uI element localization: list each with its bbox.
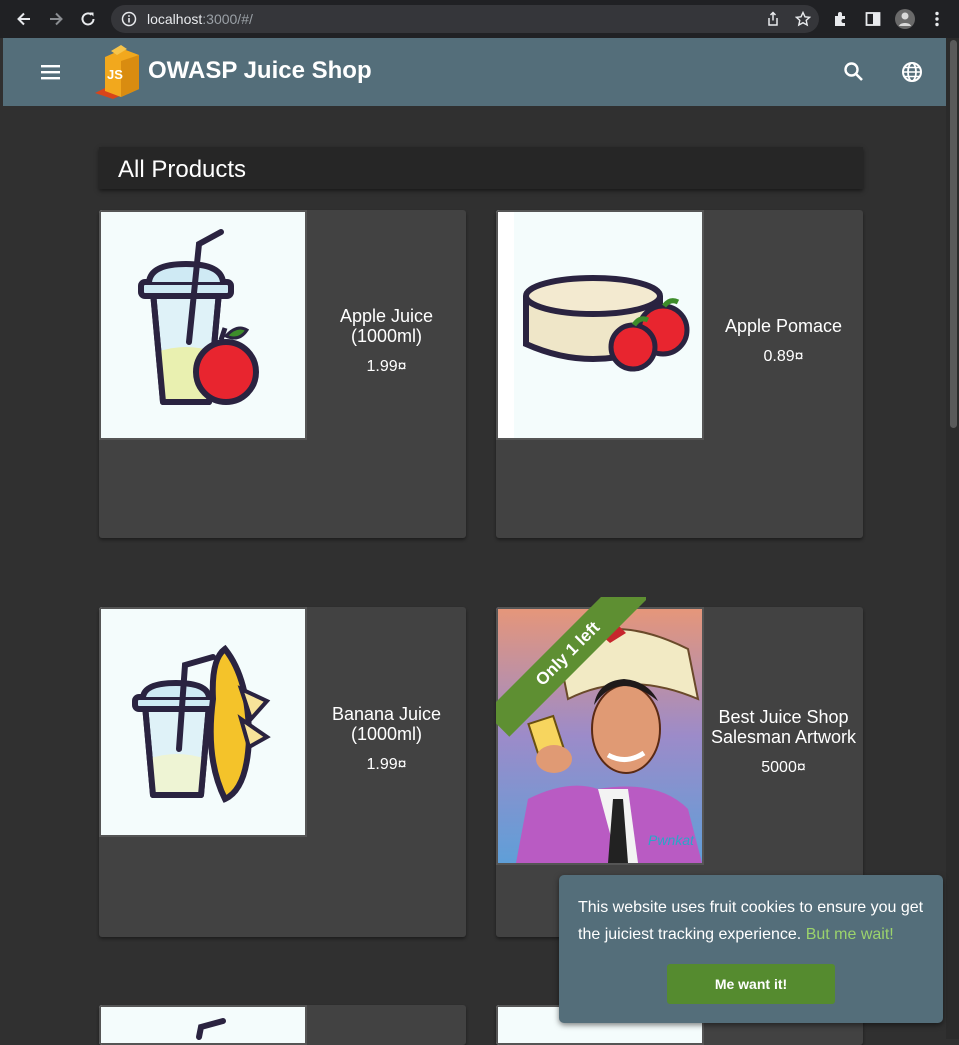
cookie-message: This website uses fruit cookies to ensur… (578, 894, 933, 948)
bookmark-star-icon[interactable] (795, 11, 811, 27)
product-card-apple-juice[interactable]: Apple Juice (1000ml) 1.99¤ (99, 210, 466, 538)
forward-icon[interactable] (42, 5, 70, 33)
product-card-banana-juice[interactable]: Banana Juice (1000ml) 1.99¤ (99, 607, 466, 937)
product-name: Apple Pomace (724, 316, 843, 336)
product-info: Best Juice Shop Salesman Artwork 5000¤ (704, 707, 863, 777)
product-price: 1.99¤ (366, 358, 407, 375)
svg-text:JS: JS (107, 67, 123, 82)
language-globe-icon[interactable] (899, 59, 925, 85)
cookie-learn-more-link[interactable]: But me wait! (806, 926, 894, 943)
juice-shop-logo[interactable]: JS (93, 43, 145, 99)
browser-menu-icon[interactable] (930, 5, 944, 33)
product-image[interactable] (99, 210, 307, 440)
url-path: :3000/#/ (202, 11, 253, 27)
stock-ribbon: Only 1 left (496, 597, 646, 737)
product-price: 1.99¤ (366, 756, 407, 773)
product-info: Apple Juice (1000ml) 1.99¤ (307, 306, 466, 376)
product-image[interactable] (99, 607, 307, 837)
scrollbar-thumb[interactable] (950, 40, 957, 428)
product-name: Apple Juice (1000ml) (339, 306, 434, 346)
hamburger-menu-icon[interactable] (37, 60, 65, 84)
url-host: localhost (147, 11, 203, 27)
product-image[interactable] (99, 1005, 307, 1045)
extensions-icon[interactable] (832, 5, 850, 33)
page-title: All Products (118, 156, 247, 183)
cookie-accept-button[interactable]: Me want it! (667, 964, 835, 1004)
svg-text:Pwnkat: Pwnkat (648, 832, 695, 848)
address-bar[interactable]: localhost:3000/#/ (111, 5, 819, 33)
cookie-consent-banner: This website uses fruit cookies to ensur… (559, 875, 943, 1023)
products-heading-card: All Products (99, 147, 863, 189)
product-card-apple-pomace[interactable]: Apple Pomace 0.89¤ (496, 210, 863, 538)
product-price: 0.89¤ (763, 348, 804, 365)
only-one-left-badge: Only 1 left (496, 597, 646, 737)
product-image[interactable] (496, 210, 704, 440)
product-name: Best Juice Shop Salesman Artwork (710, 707, 857, 747)
product-card-partial[interactable] (99, 1005, 466, 1045)
profile-avatar[interactable] (894, 5, 916, 33)
share-icon[interactable] (765, 11, 781, 27)
reload-icon[interactable] (74, 5, 102, 33)
site-info-icon[interactable] (121, 11, 137, 27)
app-toolbar: JS OWASP Juice Shop (3, 38, 946, 106)
product-name: Banana Juice (1000ml) (331, 704, 442, 744)
product-price: 5000¤ (761, 759, 806, 776)
search-icon[interactable] (841, 59, 867, 85)
back-icon[interactable] (10, 5, 38, 33)
app-title[interactable]: OWASP Juice Shop (148, 57, 372, 85)
product-info: Apple Pomace 0.89¤ (704, 316, 863, 366)
side-panel-icon[interactable] (864, 5, 882, 33)
product-info: Banana Juice (1000ml) 1.99¤ (307, 704, 466, 774)
browser-toolbar: localhost:3000/#/ (0, 0, 959, 38)
